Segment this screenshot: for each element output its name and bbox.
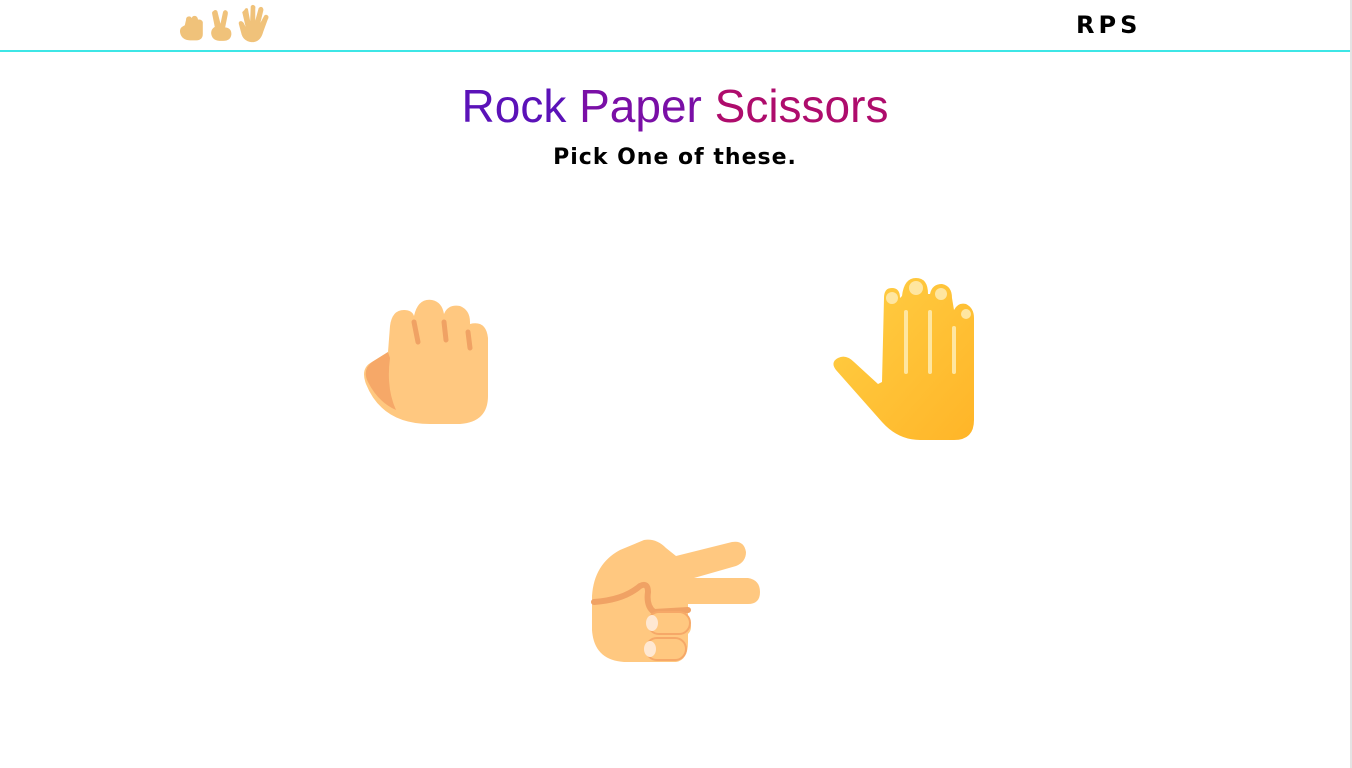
brand-link[interactable]: RPS bbox=[1076, 10, 1141, 40]
paper-hand-icon bbox=[238, 4, 269, 43]
paper-hand-icon bbox=[833, 278, 974, 440]
rock-hand-icon bbox=[364, 299, 488, 424]
title-word-scissors: Scissors bbox=[714, 80, 889, 132]
navbar: RPS bbox=[0, 0, 1350, 52]
page-title: Rock Paper Scissors bbox=[0, 76, 1350, 136]
page-subtitle: Pick One of these. bbox=[553, 145, 797, 170]
scissors-choice-button[interactable] bbox=[584, 534, 764, 666]
paper-choice-button[interactable] bbox=[828, 270, 984, 446]
rock-hand-icon bbox=[179, 15, 203, 41]
rock-choice-button[interactable] bbox=[356, 292, 496, 432]
title-word-rock: Rock bbox=[461, 80, 567, 132]
scissors-hand-icon bbox=[591, 539, 760, 662]
scissors-hand-icon bbox=[211, 10, 232, 41]
logo[interactable] bbox=[178, 4, 272, 44]
title-word-paper: Paper bbox=[579, 80, 702, 132]
